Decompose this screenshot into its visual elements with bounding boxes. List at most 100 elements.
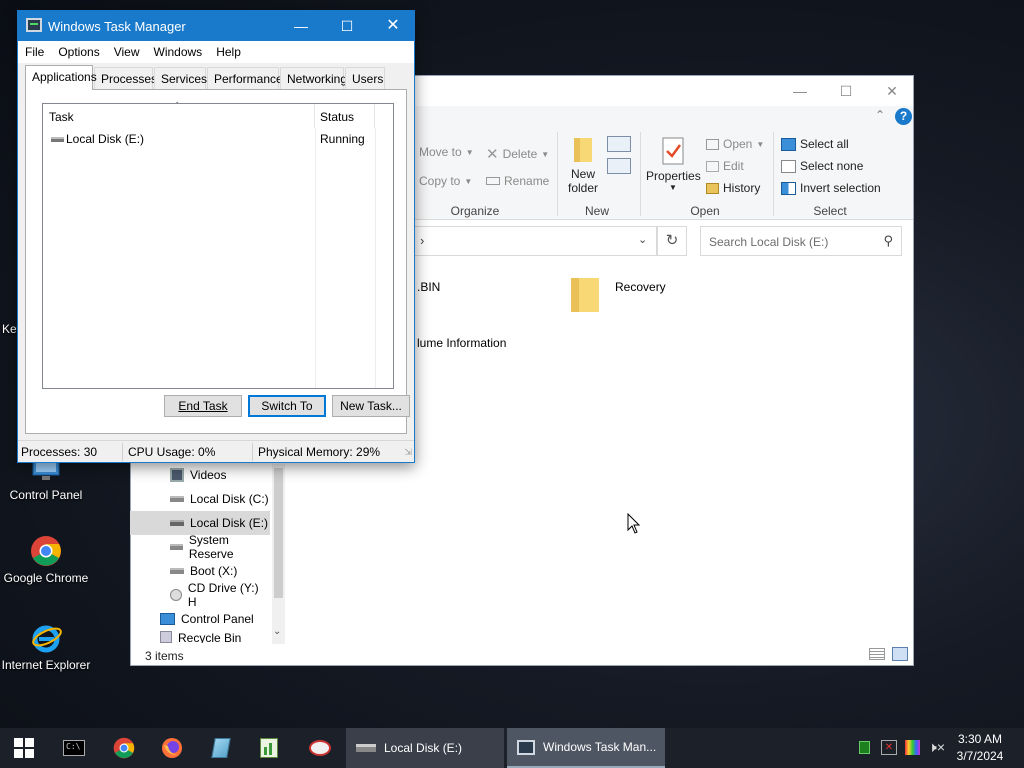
tab-processes[interactable]: Processes (94, 67, 157, 89)
properties-button[interactable]: Properties ▼ (646, 136, 701, 192)
refresh-button[interactable]: ↻ (657, 226, 687, 256)
tab-applications[interactable]: Applications (25, 65, 97, 90)
new-task-button[interactable]: New Task... (332, 395, 410, 417)
task-manager-maximize-button[interactable]: ☐ (324, 11, 370, 41)
ribbon-collapse-icon[interactable]: ⌃ (875, 108, 885, 122)
ribbon-separator (773, 132, 774, 216)
nav-label: Boot (X:) (190, 564, 238, 578)
file-item[interactable]: lume Information (417, 336, 506, 350)
nav-item-local-disk-c[interactable]: Local Disk (C:) (130, 487, 270, 511)
cd-drive-icon (170, 589, 182, 601)
address-dropdown-icon[interactable]: ⌄ (638, 233, 647, 246)
task-manager-close-button[interactable]: ✕ (370, 11, 416, 41)
taskbar-chrome[interactable] (100, 728, 148, 768)
explorer-minimize-button[interactable]: — (777, 76, 823, 106)
nav-label: Videos (190, 468, 227, 482)
move-to-button[interactable]: Move to ▼ (419, 145, 474, 159)
details-view-icon[interactable] (869, 648, 885, 660)
new-item-icon[interactable] (607, 136, 631, 152)
task-manager-minimize-button[interactable]: — (278, 11, 324, 41)
taskbar-firefox[interactable] (148, 728, 196, 768)
recycle-bin-icon (160, 631, 172, 643)
desktop-icon-google-chrome[interactable]: Google Chrome (0, 535, 92, 585)
copy-to-button[interactable]: Copy to ▼ (419, 174, 472, 188)
start-button[interactable] (0, 728, 48, 768)
invert-selection-button[interactable]: Invert selection (781, 181, 881, 195)
nav-scrollbar-thumb[interactable] (274, 468, 283, 598)
nav-item-videos[interactable]: Videos (130, 463, 270, 487)
menu-windows[interactable]: Windows (154, 45, 203, 59)
column-header-status[interactable]: Status (315, 104, 375, 128)
taskbar-task-local-disk[interactable]: Local Disk (E:) (346, 728, 504, 768)
taskbar-clock[interactable]: 3:30 AM 3/7/2024 (948, 731, 1012, 765)
scroll-down-arrow-icon[interactable]: ⌄ (273, 626, 281, 637)
nav-item-cd-drive-y[interactable]: CD Drive (Y:) H (130, 581, 270, 609)
tray-green-icon[interactable] (859, 741, 870, 754)
new-task-label: New Task... (340, 399, 402, 413)
nav-item-local-disk-e[interactable]: Local Disk (E:) (130, 511, 270, 535)
file-item[interactable]: Recovery (569, 274, 666, 314)
nav-item-recycle-bin[interactable]: Recycle Bin (130, 631, 270, 643)
history-button[interactable]: History (706, 181, 760, 195)
taskbar-spreadsheet[interactable] (245, 728, 293, 768)
ribbon-separator (640, 132, 641, 216)
address-chevron: › (420, 233, 425, 248)
select-all-button[interactable]: Select all (781, 137, 849, 151)
taskbar-cmd[interactable]: C:\ (50, 728, 98, 768)
end-task-button[interactable]: End Task (164, 395, 242, 417)
help-icon[interactable]: ? (895, 108, 912, 125)
menu-help[interactable]: Help (216, 45, 241, 59)
history-icon (706, 182, 719, 194)
file-item[interactable]: .BIN (417, 280, 440, 294)
invert-selection-label: Invert selection (800, 181, 881, 195)
clock-date: 3/7/2024 (956, 749, 1004, 763)
delete-button[interactable]: ✕ Delete ▼ (486, 145, 549, 163)
desktop-icon-internet-explorer[interactable]: Internet Explorer (0, 622, 92, 672)
resize-grip-icon[interactable]: ⇲ (404, 447, 412, 458)
spreadsheet-icon (260, 738, 278, 758)
edit-button[interactable]: Edit (706, 159, 744, 173)
nav-scrollbar[interactable]: ⌄ (272, 464, 285, 644)
large-icons-view-icon[interactable] (892, 647, 908, 661)
tab-networking[interactable]: Networking (280, 67, 347, 89)
taskbar: C:\ Local Disk (E:) Windows Task Man... … (0, 728, 1024, 768)
tab-users[interactable]: Users (345, 67, 385, 89)
menu-options[interactable]: Options (58, 45, 99, 59)
select-none-button[interactable]: Select none (781, 159, 863, 173)
column-header-task[interactable]: ⌃ Task (43, 101, 315, 128)
nav-item-system-reserved[interactable]: System Reserve (130, 533, 270, 561)
new-folder-button[interactable]: New folder (562, 134, 604, 195)
search-input[interactable]: Search Local Disk (E:) ⚲ (700, 226, 902, 256)
menu-view[interactable]: View (114, 45, 140, 59)
task-list[interactable]: ⌃ Task Status Local Disk (E:) Running (42, 101, 394, 389)
search-placeholder: Search Local Disk (E:) (709, 235, 829, 249)
menu-file[interactable]: File (25, 45, 44, 59)
task-row[interactable]: Local Disk (E:) Running (43, 130, 393, 148)
sort-arrow-icon: ⌃ (173, 101, 182, 112)
tab-services[interactable]: Services (154, 67, 207, 89)
ribbon-separator (557, 132, 558, 216)
nav-item-boot-x[interactable]: Boot (X:) (130, 559, 270, 583)
open-button[interactable]: Open ▼ (706, 137, 764, 151)
explorer-close-button[interactable]: ✕ (869, 76, 913, 106)
taskbar-task-task-manager[interactable]: Windows Task Man... (507, 728, 665, 768)
tray-color-icon[interactable] (905, 740, 920, 755)
nav-item-control-panel[interactable]: Control Panel (130, 607, 270, 631)
address-bar[interactable]: › ⌄ (413, 226, 657, 256)
desktop-icon-label: Control Panel (9, 488, 83, 502)
tab-performance[interactable]: Performance (207, 67, 283, 89)
easy-access-icon[interactable] (607, 158, 631, 174)
tray-network-icon[interactable]: ✕ (881, 740, 897, 755)
desktop-icon-label: Google Chrome (3, 571, 89, 585)
switch-to-button[interactable]: Switch To (248, 395, 326, 417)
explorer-maximize-button[interactable]: ☐ (823, 76, 869, 106)
status-cpu: CPU Usage: 0% (128, 445, 216, 459)
column-header-task-label: Task (49, 110, 74, 124)
task-manager-title: Windows Task Manager (48, 19, 186, 34)
taskbar-paint[interactable] (296, 728, 344, 768)
nav-label: Local Disk (C:) (190, 492, 269, 506)
task-manager-titlebar[interactable]: Windows Task Manager — ☐ ✕ (18, 11, 414, 41)
tray-volume-muted-icon[interactable]: 🕨× (928, 739, 945, 756)
taskbar-notepad[interactable] (197, 728, 245, 768)
rename-button[interactable]: Rename (486, 174, 549, 188)
